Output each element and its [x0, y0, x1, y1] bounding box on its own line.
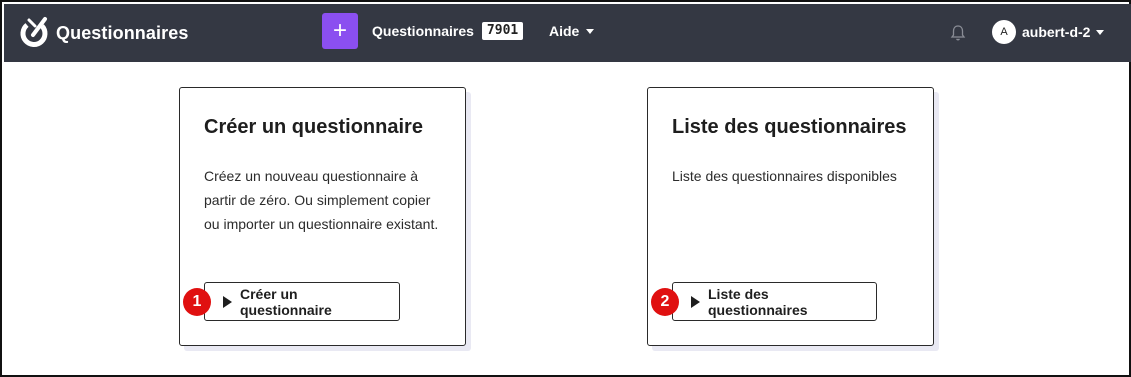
button-label: Créer un questionnaire	[240, 285, 332, 318]
button-label: Liste des questionnaires	[708, 285, 808, 318]
user-menu[interactable]: A aubert-d-2	[992, 20, 1105, 44]
top-navbar: Questionnaires + Questionnaires 7901 Aid…	[4, 4, 1131, 62]
questionnaires-count-badge: 7901	[481, 22, 524, 40]
app-frame: Questionnaires + Questionnaires 7901 Aid…	[0, 0, 1131, 377]
step-badge: 1	[183, 288, 211, 316]
create-questionnaire-card: Créer un questionnaire Créez un nouveau …	[179, 87, 466, 346]
play-icon	[223, 295, 232, 308]
card-description: Liste des questionnaires disponibles	[672, 168, 897, 184]
nav-help-label: Aide	[549, 23, 580, 39]
card-title: Liste des questionnaires	[672, 116, 907, 138]
card-description: Créez un nouveau questionnaire à partir …	[204, 168, 439, 232]
chevron-down-icon	[1096, 29, 1105, 35]
brand-title: Questionnaires	[56, 22, 189, 43]
list-questionnaires-button[interactable]: 2 Liste des questionnaires	[651, 282, 877, 321]
card-title: Créer un questionnaire	[204, 116, 423, 138]
avatar: A	[992, 20, 1016, 44]
add-questionnaire-button[interactable]: +	[322, 13, 358, 49]
nav-questionnaires-label: Questionnaires	[372, 23, 474, 39]
chevron-down-icon	[586, 28, 595, 34]
play-icon	[691, 295, 700, 308]
user-name: aubert-d-2	[1022, 24, 1091, 40]
create-questionnaire-button[interactable]: 1 Créer un questionnaire	[183, 282, 400, 321]
questionnaire-logo-icon	[20, 17, 48, 47]
brand[interactable]: Questionnaires	[18, 14, 188, 52]
step-badge: 2	[651, 288, 679, 316]
list-questionnaires-card: Liste des questionnaires Liste des quest…	[647, 87, 934, 346]
nav-questionnaires-link[interactable]: Questionnaires 7901	[372, 22, 524, 40]
bell-icon[interactable]	[950, 24, 966, 42]
nav-help-dropdown[interactable]: Aide	[549, 23, 595, 39]
